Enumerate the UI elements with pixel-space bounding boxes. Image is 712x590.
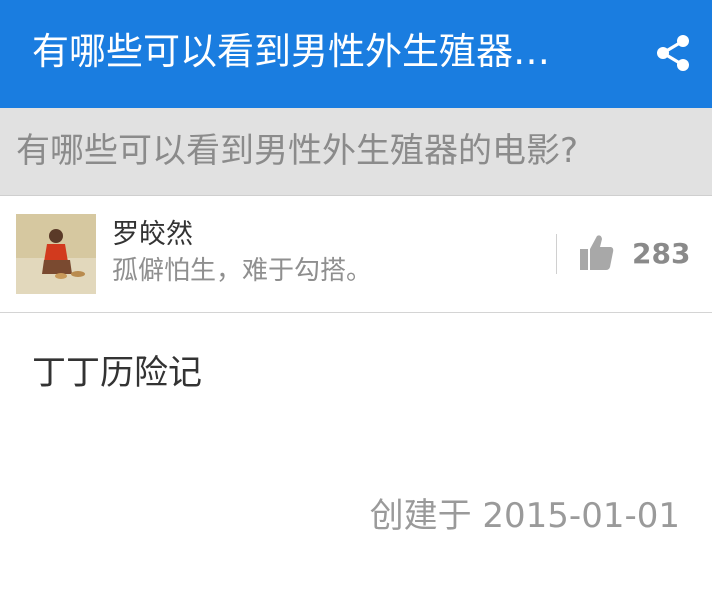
question-header[interactable]: 有哪些可以看到男性外生殖器的电影? bbox=[0, 108, 712, 196]
app-bar: 有哪些可以看到男性外生殖器… bbox=[0, 0, 712, 108]
vote-button[interactable]: 283 bbox=[574, 228, 694, 280]
author-name[interactable]: 罗皎然 bbox=[112, 218, 193, 252]
thumbs-up-icon bbox=[580, 235, 614, 270]
created-date: 创建于 2015-01-01 bbox=[369, 496, 680, 536]
vote-count: 283 bbox=[632, 237, 691, 270]
author-bio: 孤僻怕生，难于勾搭。 bbox=[112, 256, 373, 286]
avatar-photo bbox=[16, 214, 96, 294]
answer-content: 丁丁历险记 bbox=[32, 353, 202, 393]
question-title[interactable]: 有哪些可以看到男性外生殖器的电影? bbox=[16, 126, 706, 176]
avatar[interactable] bbox=[16, 214, 96, 294]
share-icon bbox=[657, 35, 689, 71]
vote-divider bbox=[556, 234, 557, 274]
app-bar-title: 有哪些可以看到男性外生殖器… bbox=[32, 30, 550, 73]
author-row: 罗皎然 孤僻怕生，难于勾搭。 283 bbox=[0, 196, 712, 313]
share-button[interactable] bbox=[646, 26, 700, 80]
